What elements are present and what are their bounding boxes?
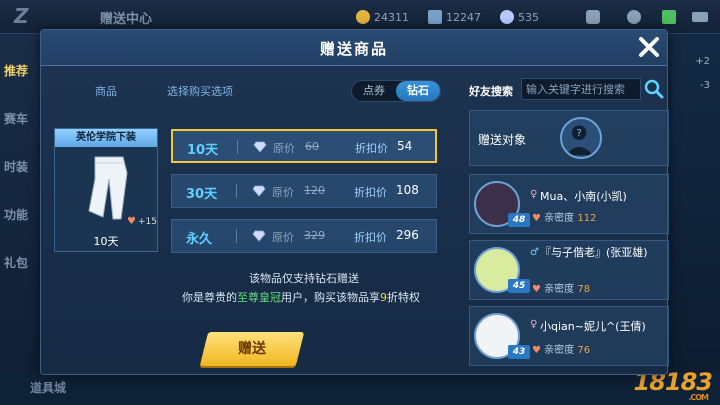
friend-panel: 好友搜索 赠送对象 ? 48 ♀ Mua、小南(小凯 [461,74,669,374]
level-badge: 43 [508,345,530,359]
dialog-title: 赠送商品 [319,40,388,58]
currency-tab-diamond[interactable]: 钻石 [396,81,440,101]
menu-item-recommend[interactable]: 推荐 [4,62,38,79]
original-price-label: 原价 [273,142,295,155]
friend-intimacy: ♥ 亲密度 78 [532,284,591,295]
gift-target-box[interactable]: 赠送对象 ? [469,110,669,166]
diamond-counter: 535 [500,8,539,26]
friend-intimacy: ♥ 亲密度 76 [532,345,591,356]
vip-level: 至尊皇冠 [237,291,281,304]
female-icon: ♀ [530,189,538,200]
menu-item-fashion[interactable]: 时装 [4,158,38,175]
unknown-avatar: ? [560,117,602,159]
discount-rate: 9 [380,291,387,304]
gift-target-label: 赠送对象 [478,133,527,147]
level-badge: 48 [508,213,530,227]
friend-name: Mua、小南(小凯) [540,190,627,203]
diamond-only-notice: 该物品仅支持钻石赠送 [249,272,359,285]
game-logo: Z [14,4,29,28]
menu-item-gift-pack[interactable]: 礼包 [4,254,38,271]
search-icon [644,79,664,99]
divider [236,184,237,198]
heart-icon: ♥ [532,345,541,356]
ticket-counter: 12247 [428,8,481,26]
price-option-30-days[interactable]: 30天 原价 120 折扣价 108 [171,174,437,208]
background-left-menu: 推荐 赛车 时装 功能 礼包 [0,34,40,405]
currency-toggle: 点券 钻石 [351,80,441,102]
background-page-title: 赠送中心 [100,12,153,27]
heart-icon: ♥ [532,284,541,295]
original-price: 60 [305,140,319,153]
item-card: 英伦学院下装 ♥ +15 10天 [54,128,158,252]
coin-counter: 24311 [356,8,409,26]
coin-icon [356,10,370,24]
male-icon: ♂ [530,247,539,258]
settings-icon[interactable] [627,8,641,26]
background-right-strip: +2 -3 [668,34,720,405]
diamond-icon [253,141,267,153]
level-badge: 45 [508,279,530,293]
original-price: 120 [304,184,325,197]
friend-search-label: 好友搜索 [469,85,513,98]
wifi-icon [662,8,676,26]
friend-name: 『与子偕老』(张亚雄) [540,246,648,259]
options-column-label: 选择购买选项 [167,85,233,98]
item-name: 英伦学院下装 [55,129,157,147]
discount-price-label: 折扣价 [354,186,387,199]
original-price-label: 原价 [272,186,294,199]
discount-price: 108 [396,183,419,197]
option-duration: 永久 [186,232,213,247]
heart-icon: ♥ [532,213,541,224]
discount-price: 296 [396,228,419,242]
right-number: -3 [700,80,710,91]
heart-icon: ♥ [127,216,136,227]
close-button[interactable] [632,32,666,64]
svg-text:?: ? [577,128,582,139]
discount-price-label: 折扣价 [355,142,388,155]
price-option-10-days[interactable]: 10天 原价 60 折扣价 54 [171,129,437,163]
gift-goods-dialog: 赠送商品 商品 选择购买选项 点券 钻石 英伦学院下装 ♥ +15 10天 10… [40,29,669,375]
mail-icon[interactable] [586,8,600,26]
battery-icon [692,8,708,26]
divider [237,140,238,154]
pants-icon [88,156,128,220]
friend-intimacy: ♥ 亲密度 112 [532,213,597,224]
search-button[interactable] [643,78,665,100]
menu-item-function[interactable]: 功能 [4,206,38,223]
item-duration: 10天 [93,235,119,248]
item-intimacy-bonus: ♥ +15 [127,216,157,227]
close-icon [639,37,659,57]
diamond-icon [500,10,514,24]
watermark-url: .COM [688,393,709,402]
price-option-permanent[interactable]: 永久 原价 329 折扣价 296 [171,219,437,253]
friend-list-item[interactable]: 43 ♀ 小qian~妮儿^(王倩) ♥ 亲密度 76 [469,306,669,366]
friend-list-item[interactable]: 45 ♂ 『与子偕老』(张亚雄) ♥ 亲密度 78 [469,240,669,300]
menu-item-car[interactable]: 赛车 [4,110,38,127]
diamond-icon [252,185,266,197]
original-price-label: 原价 [272,231,294,244]
dialog-header: 赠送商品 [41,30,667,66]
background-bottom-bar: 道具城 [0,372,720,405]
discount-price: 54 [397,139,413,153]
vip-discount-notice: 你是尊贵的至尊皇冠用户，购买该物品享9折特权 [182,291,420,304]
question-avatar-icon: ? [565,125,593,156]
diamond-icon [252,230,266,242]
discount-price-label: 折扣价 [354,231,387,244]
friend-list-item[interactable]: 48 ♀ Mua、小南(小凯) ♥ 亲密度 112 [469,174,669,234]
female-icon: ♀ [530,319,538,330]
gift-button[interactable]: 赠送 [199,332,305,366]
currency-tab-coupon[interactable]: 点券 [352,81,396,101]
option-duration: 10天 [187,143,219,158]
friend-search-input[interactable] [521,78,641,100]
friend-list: 48 ♀ Mua、小南(小凯) ♥ 亲密度 112 45 ♂ 『与子偕老』(张亚… [469,174,669,374]
right-number: +2 [695,56,710,67]
goods-column-label: 商品 [95,85,117,98]
original-price: 329 [304,229,325,242]
option-duration: 30天 [186,187,218,202]
ticket-icon [428,10,442,24]
bottom-label: 道具城 [30,381,67,395]
friend-name: 小qian~妮儿^(王倩) [540,320,646,333]
divider [236,229,237,243]
